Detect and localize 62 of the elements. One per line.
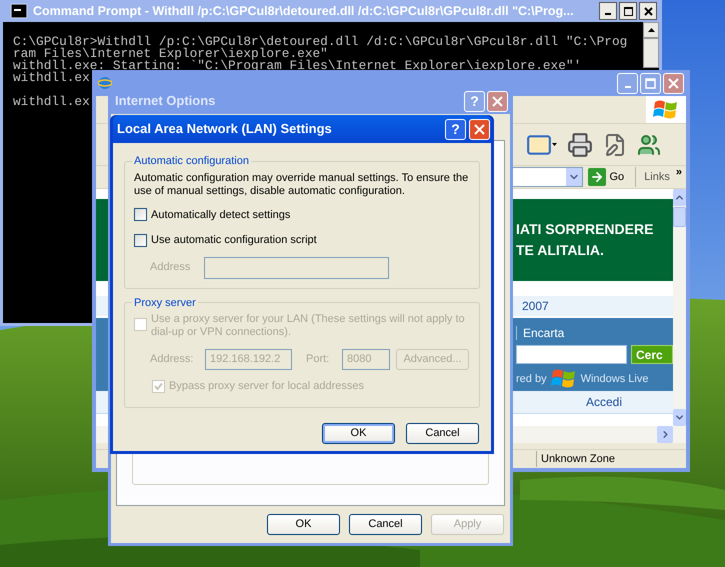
minimize-icon [605, 13, 611, 15]
nav-link[interactable]: Encarta [523, 324, 564, 342]
checkbox-label[interactable]: Automatically detect settings [151, 206, 290, 223]
close-icon [474, 124, 485, 134]
search-field[interactable] [516, 345, 627, 364]
window-title: Command Prompt - Withdll /p:C:\GPCul8r\detoured.dll /d:C:\GPCul8r\GPcul8r.dll "C:\Prog... [33, 2, 575, 20]
printer-icon[interactable] [567, 132, 593, 158]
dialog-button[interactable]: Cancel [349, 514, 422, 535]
close-button[interactable] [639, 2, 657, 20]
maximize-icon [645, 78, 656, 88]
console-line: withdll.ex [13, 96, 90, 108]
window-title: Local Area Network (LAN) Settings [117, 120, 333, 138]
group-legend: Automatic configuration [132, 153, 251, 170]
browser-icon [98, 76, 112, 90]
minimize-icon [624, 86, 630, 88]
banner-text: IATI SORPRENDERE [516, 220, 654, 239]
console-line: withdll.exe: Starting: `"C:\Program Files\Internet Explorer\iexplore.exe"' [13, 60, 582, 72]
minimize-button[interactable] [599, 2, 617, 20]
dialog-button[interactable]: OK [267, 514, 340, 535]
brand-label: Windows Live [580, 372, 648, 387]
scrollbar-thumb[interactable] [673, 207, 686, 227]
dropdown-button[interactable] [566, 168, 582, 186]
dialog-button[interactable]: OK [322, 422, 395, 444]
people-icon[interactable] [637, 132, 661, 156]
maximize-icon [624, 6, 632, 16]
go-button[interactable]: Go [582, 168, 630, 186]
group-legend: Proxy server [132, 294, 198, 311]
more-links[interactable]: » [670, 166, 686, 178]
up-arrow-icon [648, 28, 654, 32]
field-label: Address: [150, 352, 194, 368]
date-link[interactable]: 2007 [522, 297, 549, 315]
checkbox-label[interactable]: Use automatic configuration script [151, 232, 317, 248]
vertical-scrollbar[interactable] [673, 189, 686, 443]
edit-icon[interactable] [603, 132, 627, 156]
console-line: C:\GPCul8r>Withdll /p:C:\GPCul8r\detoured.dll /d:C:\GPCul8r\GPcul8r.dll "C:\Prog [13, 36, 628, 48]
close-icon [668, 78, 679, 88]
powered-by-label: red by [516, 372, 547, 387]
sign-in-link[interactable]: Accedi [586, 393, 622, 411]
close-icon [492, 96, 503, 106]
dialog-button[interactable]: Cancel [406, 422, 479, 444]
scrollbar[interactable] [643, 22, 659, 68]
field-label: Port: [306, 352, 330, 368]
arrow-right-icon [590, 170, 604, 184]
console-line: ram Files\Internet Explorer\iexplore.exe" [13, 48, 328, 60]
windows-flag-icon [653, 98, 679, 120]
address-field[interactable] [512, 167, 582, 187]
zone-label: Unknown Zone [541, 452, 616, 467]
description-text: Automatic configuration may override manual settings. To ensure the use of manual settings, disable automatic configuration. [134, 172, 470, 198]
close-icon [644, 6, 652, 16]
maximize-button[interactable] [619, 2, 637, 20]
links-label[interactable]: Links [636, 168, 670, 186]
checkbox[interactable] [134, 208, 147, 222]
checkbox[interactable] [134, 234, 147, 247]
help-button[interactable]: ? [445, 118, 466, 140]
caret-icon[interactable] [552, 143, 557, 146]
search-button[interactable]: Cerc [631, 345, 673, 364]
windows-flag-icon [550, 368, 577, 390]
console-line: withdll.ex [13, 72, 90, 84]
field-label: Address [150, 260, 190, 276]
window-title: Internet Options [115, 92, 216, 110]
banner-text: TE ALITALIA. [516, 241, 605, 260]
console-icon [11, 4, 27, 18]
